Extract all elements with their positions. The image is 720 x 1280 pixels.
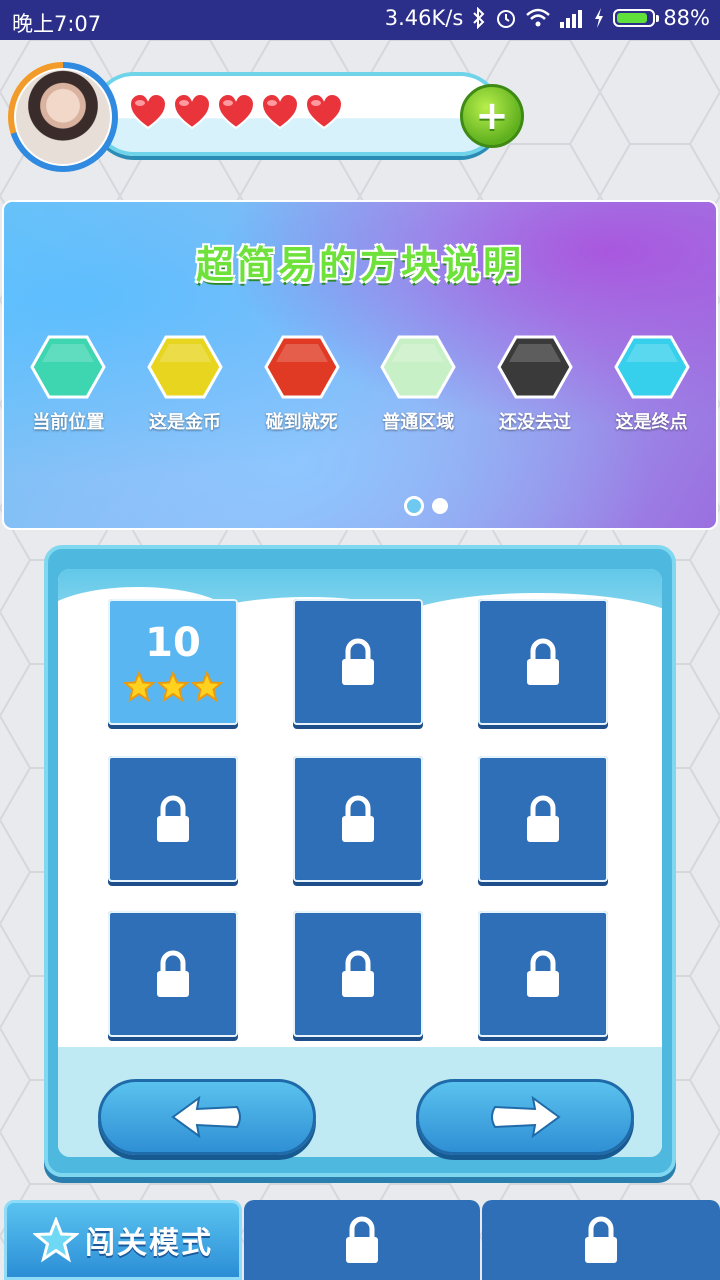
legend-item: 还没去过 [480, 334, 590, 434]
page-indicator [404, 496, 448, 516]
charging-icon [595, 8, 604, 28]
hexagon-block-icon [497, 335, 573, 399]
level-locked[interactable] [293, 599, 423, 725]
user-avatar [14, 68, 112, 166]
lock-icon [342, 795, 374, 842]
level-stars [123, 671, 223, 703]
level-locked[interactable] [478, 599, 608, 725]
lock-icon [585, 1216, 617, 1263]
legend-label: 普通区域 [382, 412, 455, 433]
star-icon [33, 1217, 79, 1263]
hearts-row [128, 92, 344, 132]
lock-icon [157, 950, 189, 997]
plus-icon: + [475, 93, 509, 139]
prev-page-button[interactable] [98, 1079, 316, 1155]
signal-icon [560, 10, 583, 28]
heart-icon [304, 92, 344, 130]
lock-icon [527, 950, 559, 997]
hexagon-block-icon [147, 335, 223, 399]
page-dot-2[interactable] [432, 498, 448, 514]
heart-icon [172, 92, 212, 130]
level-locked[interactable] [108, 911, 238, 1037]
level-number: 10 [145, 620, 201, 666]
lock-icon [157, 795, 189, 842]
instructions-banner[interactable]: 超简易的方块说明 当前位置 这是金币 碰到就死 普通区域 还没去过 这是终点 [2, 200, 718, 530]
lock-icon [342, 950, 374, 997]
level-locked[interactable] [108, 756, 238, 882]
star-icon [123, 671, 155, 703]
battery-icon [613, 9, 660, 27]
legend-item: 当前位置 [13, 334, 123, 434]
legend-item: 这是金币 [130, 334, 240, 434]
add-lives-button[interactable]: + [460, 84, 524, 148]
avatar[interactable] [8, 62, 118, 172]
lock-icon [346, 1216, 378, 1263]
tab-locked-2[interactable] [244, 1200, 480, 1280]
legend-label: 碰到就死 [265, 412, 338, 433]
block-legend: 当前位置 这是金币 碰到就死 普通区域 还没去过 这是终点 [4, 334, 716, 434]
legend-label: 这是终点 [615, 412, 688, 433]
lock-icon [342, 638, 374, 685]
wifi-icon [526, 8, 551, 27]
tab-level-mode[interactable]: 闯关模式 [4, 1200, 242, 1280]
legend-label: 还没去过 [498, 412, 571, 433]
star-icon [191, 671, 223, 703]
legend-item: 普通区域 [363, 334, 473, 434]
star-icon [157, 671, 189, 703]
battery-percent: 88% [663, 6, 710, 30]
legend-label: 当前位置 [32, 412, 105, 433]
lock-icon [527, 638, 559, 685]
alarm-icon [497, 10, 516, 28]
page-dot-1[interactable] [404, 496, 424, 516]
level-select-panel: 10 [44, 545, 676, 1177]
hexagon-block-icon [30, 335, 107, 399]
legend-item: 碰到就死 [247, 334, 357, 434]
banner-title: 超简易的方块说明 [195, 243, 524, 287]
legend-label: 这是金币 [148, 412, 221, 433]
level-locked[interactable] [478, 911, 608, 1037]
heart-icon [260, 92, 300, 130]
network-speed: 3.46K/s [384, 6, 464, 30]
hexagon-block-icon [613, 335, 690, 399]
arrow-right-icon [491, 1095, 561, 1139]
hexagon-block-icon [263, 335, 340, 399]
next-page-button[interactable] [416, 1079, 634, 1155]
level-locked[interactable] [478, 756, 608, 882]
level-locked[interactable] [293, 756, 423, 882]
tab-locked-3[interactable] [482, 1200, 720, 1280]
status-time: 晚上7:07 [12, 12, 102, 36]
bluetooth-icon [473, 7, 485, 29]
hexagon-block-icon [380, 335, 457, 399]
level-locked[interactable] [293, 911, 423, 1037]
heart-icon [128, 92, 168, 130]
level-unlocked[interactable]: 10 [108, 599, 238, 725]
lock-icon [527, 795, 559, 842]
heart-icon [216, 92, 256, 130]
status-bar: 晚上7:07 3.46K/s 88% [0, 0, 720, 40]
arrow-left-icon [171, 1095, 241, 1139]
legend-item: 这是终点 [597, 334, 707, 434]
tab-level-mode-label: 闯关模式 [85, 1226, 213, 1261]
